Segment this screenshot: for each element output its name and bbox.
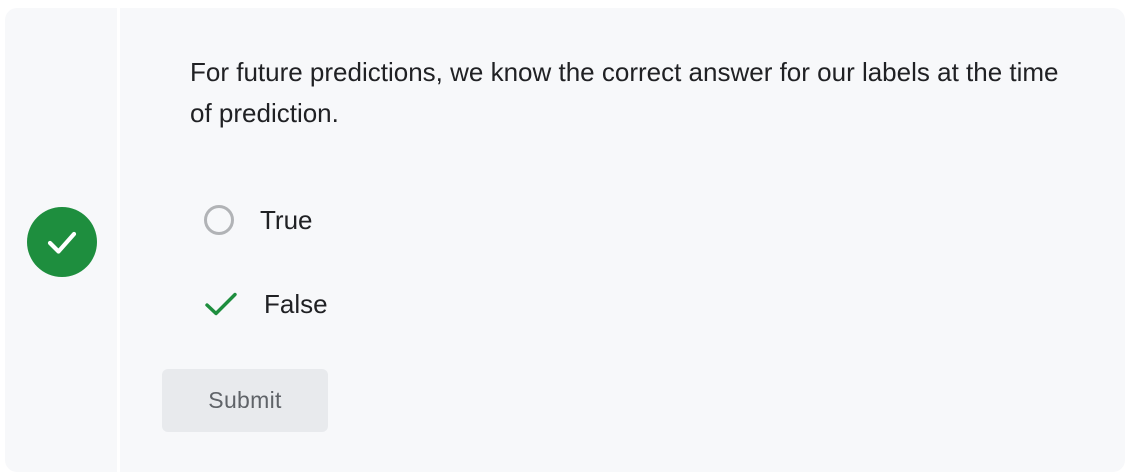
option-false[interactable]: False <box>204 284 328 324</box>
question-text: For future predictions, we know the corr… <box>190 57 1059 128</box>
quiz-content: For future predictions, we know the corr… <box>120 8 1125 472</box>
option-label: True <box>260 204 313 235</box>
check-circle-icon <box>27 207 97 277</box>
option-label: False <box>264 288 328 319</box>
radio-icon[interactable] <box>204 205 234 235</box>
check-icon <box>204 289 238 319</box>
quiz-card: For future predictions, we know the corr… <box>5 8 1125 472</box>
submit-button[interactable]: Submit <box>162 369 328 432</box>
option-true[interactable]: True <box>204 200 313 240</box>
status-rail <box>5 8 117 472</box>
